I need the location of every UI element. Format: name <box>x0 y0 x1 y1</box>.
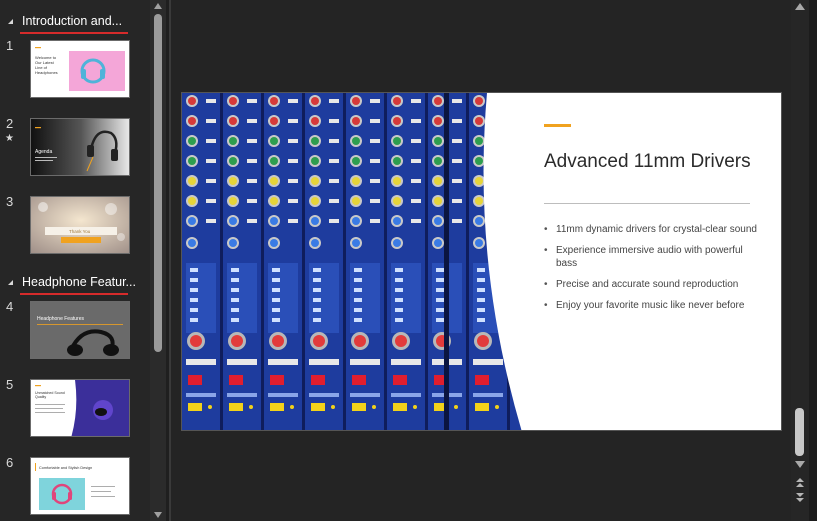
collapse-triangle-icon[interactable] <box>8 19 13 24</box>
slide-thumbnail-6[interactable]: Comfortable and Stylish Design <box>30 457 130 515</box>
chevron-up-icon[interactable] <box>154 3 162 9</box>
section-title: Headphone Featur... <box>22 275 136 289</box>
slide-thumbnail-5[interactable]: Unmatched Sound Quality <box>30 379 130 437</box>
slide-thumbnail-3[interactable]: Thank You <box>30 196 130 254</box>
animation-star-icon: ★ <box>5 133 14 144</box>
scrollbar-thumb[interactable] <box>795 408 804 456</box>
slide-6-preview: Comfortable and Stylish Design <box>31 458 129 514</box>
section-header-headphone-features[interactable]: Headphone Featur... <box>0 271 150 295</box>
slide-3-preview: Thank You <box>31 197 129 253</box>
slide-title[interactable]: Advanced 11mm Drivers <box>544 151 764 173</box>
slide-number: 1 <box>6 38 14 53</box>
slide-number: 6 <box>6 455 14 470</box>
slide-6-title: Comfortable and Stylish Design <box>39 466 92 470</box>
chevron-down-icon[interactable] <box>154 512 162 518</box>
slide-text-panel[interactable]: Advanced 11mm Drivers 11mm dynamic drive… <box>544 93 774 430</box>
chevron-down-icon[interactable] <box>795 461 805 468</box>
chevron-up-icon[interactable] <box>795 3 805 10</box>
collapse-triangle-icon[interactable] <box>8 280 13 285</box>
slide-thumbnail-2[interactable]: Agenda <box>30 118 130 176</box>
slide-1-preview: Welcome to Our Latest Line of Headphones <box>31 41 129 97</box>
slide-1-line-4: Headphones <box>35 70 58 75</box>
accent-bar <box>544 124 571 127</box>
double-chevron-down-icon[interactable] <box>794 492 806 504</box>
section-title: Introduction and... <box>22 14 123 28</box>
window-edge <box>809 0 817 521</box>
bullet-list[interactable]: 11mm dynamic drivers for crystal-clear s… <box>544 223 764 320</box>
section-header-introduction[interactable]: Introduction and... <box>0 10 150 34</box>
double-chevron-up-icon[interactable] <box>794 476 806 488</box>
slide-number: 2 <box>6 116 14 131</box>
slide-editing-area[interactable]: Advanced 11mm Drivers 11mm dynamic drive… <box>171 0 791 521</box>
slide-5-preview: Unmatched Sound Quality <box>31 380 129 436</box>
slide-2-title: Agenda <box>35 149 52 155</box>
bullet-item[interactable]: Precise and accurate sound reproduction <box>544 278 764 291</box>
editor-scrollbar[interactable] <box>791 0 809 521</box>
bullet-item[interactable]: 11mm dynamic drivers for crystal-clear s… <box>544 223 764 236</box>
slide-thumbnail-1[interactable]: Welcome to Our Latest Line of Headphones <box>30 40 130 98</box>
slide-5-line-2: Quality <box>35 395 46 399</box>
title-divider <box>544 203 750 204</box>
section-underline <box>20 32 128 34</box>
slide-3-text: Thank You <box>69 229 91 234</box>
slide-thumbnail-4[interactable]: Headphone Features <box>30 301 130 359</box>
slide-2-preview: Agenda <box>31 119 129 175</box>
section-underline <box>20 293 128 295</box>
slide-number: 3 <box>6 194 14 209</box>
scrollbar-thumb[interactable] <box>154 14 162 352</box>
slide-number: 4 <box>6 299 14 314</box>
bullet-item[interactable]: Enjoy your favorite music like never bef… <box>544 299 764 312</box>
slide-4-title: Headphone Features <box>37 316 84 322</box>
slide-4-preview: Headphone Features <box>31 302 129 358</box>
bullet-item[interactable]: Experience immersive audio with powerful… <box>544 244 764 270</box>
thumbnail-pane-scrollbar[interactable] <box>150 0 166 521</box>
current-slide[interactable]: Advanced 11mm Drivers 11mm dynamic drive… <box>181 92 782 431</box>
slide-thumbnail-pane[interactable]: Introduction and... 1 Welcome to Our Lat… <box>0 0 150 521</box>
slide-number: 5 <box>6 377 14 392</box>
mixing-console-picture[interactable] <box>182 93 522 431</box>
